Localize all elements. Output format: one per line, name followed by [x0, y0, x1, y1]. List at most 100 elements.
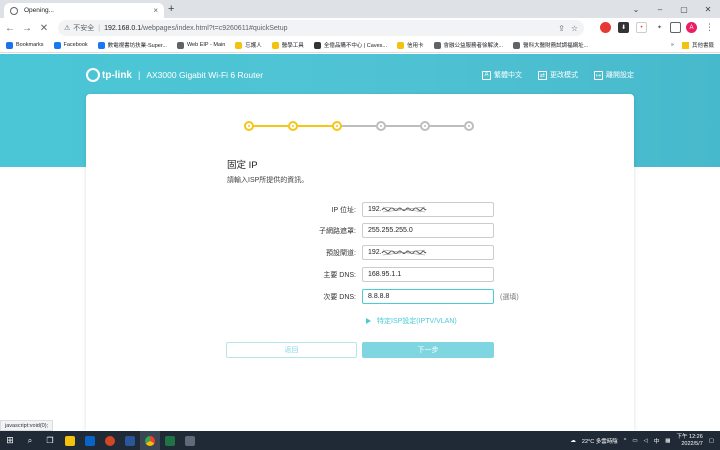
subnet-mask-row: 子網路遮罩: — [86, 223, 634, 238]
maximize-icon[interactable]: ▢ — [672, 0, 696, 18]
primary-dns-row: 主要 DNS: — [86, 267, 634, 282]
optional-hint: (選填) — [500, 294, 519, 301]
progress-steps — [244, 121, 474, 131]
bookmark-favicon-icon — [396, 41, 404, 49]
secondary-dns-input[interactable] — [362, 289, 494, 304]
menu-kebab-icon[interactable]: ⋮ — [704, 22, 715, 33]
reload-icon[interactable]: ✕ — [37, 23, 51, 34]
bookmark-item[interactable]: 信用卡 — [396, 41, 424, 49]
window-controls: ⌄ – ▢ ✕ — [624, 0, 720, 18]
powerpoint-icon[interactable] — [100, 431, 120, 450]
search-icon[interactable]: ⌕ — [20, 431, 40, 450]
outlook-icon[interactable] — [80, 431, 100, 450]
isp-settings-link[interactable]: 特定ISP設定(IPTV/VLAN) — [366, 316, 457, 326]
notification-icon[interactable]: ▢ — [709, 438, 714, 444]
close-window-icon[interactable]: ✕ — [696, 0, 720, 18]
extension-dot-icon[interactable]: • — [636, 22, 647, 33]
clock[interactable]: 下午 12:26 2022/5/7 — [677, 434, 703, 448]
router-page: tp-link | AX3000 Gigabit Wi-Fi 6 Router … — [0, 54, 720, 434]
step-completed — [244, 121, 254, 131]
clock-time: 下午 12:26 — [676, 433, 703, 440]
task-view-icon[interactable]: ❐ — [40, 431, 60, 450]
share-icon[interactable]: ⇪ — [558, 24, 565, 33]
step-connector — [386, 125, 420, 127]
weather-icon[interactable]: ☁ — [570, 438, 576, 444]
default-gateway-row: 預設閘道: — [86, 245, 634, 260]
close-tab-icon[interactable]: × — [153, 6, 158, 15]
bookmark-favicon-icon — [313, 41, 321, 49]
grid-icon[interactable]: ▦ — [665, 438, 670, 444]
bookmark-item[interactable]: 數電視書坊扶業-Super... — [97, 41, 167, 49]
address-bar[interactable]: ⚠ 不安全 | 192.168.0.1 /webpages/index.html… — [58, 20, 584, 36]
security-label: 不安全 — [73, 25, 95, 32]
url-host: 192.168.0.1 — [104, 24, 142, 32]
back-arrow-icon[interactable]: ← — [3, 23, 17, 34]
step-completed — [288, 121, 298, 131]
side-panel-icon[interactable] — [670, 22, 681, 33]
bookmark-item[interactable]: 醫科大醫財務試調福網址... — [513, 41, 588, 49]
setup-card: 固定 IP 請輸入ISP所提供的資訊。 IP 位址: 子網路遮罩: 預設閘道: … — [86, 94, 634, 434]
bookmark-star-icon[interactable]: ☆ — [571, 24, 578, 33]
tp-link-logo: tp-link | AX3000 Gigabit Wi-Fi 6 Router — [86, 68, 263, 82]
profile-avatar[interactable]: A — [686, 22, 697, 33]
bookmark-item[interactable]: 會融公益服務者徐解決... — [433, 41, 503, 49]
secondary-dns-row: 次要 DNS: (選填) — [86, 289, 634, 304]
step-connector — [254, 125, 288, 127]
header-links: A 繁體中文 ⇄ 更改模式 ↦ 離開設定 — [482, 70, 634, 80]
network-icon[interactable]: ▭ — [632, 438, 637, 444]
bookmark-favicon-icon — [97, 41, 105, 49]
expand-triangle-icon — [366, 318, 371, 324]
bookmarks-menu[interactable]: Bookmarks — [6, 41, 44, 49]
subnet-mask-label: 子網路遮罩: — [319, 228, 356, 235]
system-tray: ☁ 22°C 多雲時陰 ^ ▭ ◁ 中 ▦ 下午 12:26 2022/5/7 … — [570, 431, 714, 450]
file-explorer-icon[interactable] — [60, 431, 80, 450]
bookmark-favicon-icon — [433, 41, 441, 49]
ip-address-row: IP 位址: — [86, 202, 634, 217]
bookmark-item[interactable]: Web EIP - Main — [176, 41, 225, 49]
excel-icon[interactable] — [160, 431, 180, 450]
redaction-scribble — [381, 249, 427, 256]
tray-chevron-icon[interactable]: ^ — [624, 438, 627, 444]
change-mode-link[interactable]: ⇄ 更改模式 — [538, 70, 578, 80]
tab-search-icon[interactable]: ⌄ — [624, 0, 648, 18]
browser-tab[interactable]: Opening... × — [4, 3, 164, 18]
bookmark-item[interactable]: Facebook — [53, 41, 88, 49]
warning-icon[interactable]: ⚠ — [64, 24, 70, 32]
forward-arrow-icon[interactable]: → — [20, 23, 34, 34]
next-button[interactable]: 下一步 — [362, 342, 494, 358]
language-link[interactable]: A 繁體中文 — [482, 70, 522, 80]
other-bookmarks[interactable]: » 其他書籤 — [671, 41, 714, 49]
windows-start-icon[interactable]: ⊞ — [0, 431, 20, 450]
minimize-icon[interactable]: – — [648, 0, 672, 18]
step-pending — [464, 121, 474, 131]
chrome-icon[interactable] — [140, 431, 160, 450]
calculator-icon[interactable] — [180, 431, 200, 450]
loading-icon — [10, 6, 18, 15]
bookmark-favicon-icon — [176, 41, 184, 49]
bookmark-item[interactable]: 忘護人 — [235, 41, 262, 49]
step-connector — [298, 125, 332, 127]
new-tab-button[interactable]: + — [168, 3, 174, 15]
extension-download-icon[interactable]: ⬇ — [618, 22, 629, 33]
tp-link-mark-icon — [86, 68, 100, 82]
bookmark-item[interactable]: 醫學工具 — [271, 41, 304, 49]
step-pending — [376, 121, 386, 131]
primary-dns-input[interactable] — [362, 267, 494, 282]
primary-dns-label: 主要 DNS: — [323, 272, 356, 279]
tab-strip: Opening... × + ⌄ – ▢ ✕ — [0, 0, 720, 18]
ime-indicator[interactable]: 中 — [654, 437, 660, 445]
volume-icon[interactable]: ◁ — [644, 438, 648, 444]
bookmark-item[interactable]: 全億品購不中心 | Caves... — [313, 41, 387, 49]
switch-mode-icon: ⇄ — [538, 70, 547, 80]
bookmark-favicon-icon — [235, 41, 243, 49]
subnet-mask-input[interactable] — [362, 223, 494, 238]
status-bar-url: javascript:void(0); — [0, 420, 54, 431]
extension-record-icon[interactable] — [600, 22, 611, 33]
weather-text[interactable]: 22°C 多雲時陰 — [582, 437, 618, 445]
extensions-puzzle-icon[interactable]: ✦ — [654, 22, 665, 33]
exit-setup-link[interactable]: ↦ 離開設定 — [594, 70, 634, 80]
model-name: AX3000 Gigabit Wi-Fi 6 Router — [146, 70, 264, 80]
windows-taskbar: ⊞ ⌕ ❐ ☁ 22°C 多雲時陰 ^ ▭ ◁ 中 ▦ 下午 12:26 202… — [0, 431, 720, 450]
word-icon[interactable] — [120, 431, 140, 450]
back-button[interactable]: 返回 — [226, 342, 357, 358]
